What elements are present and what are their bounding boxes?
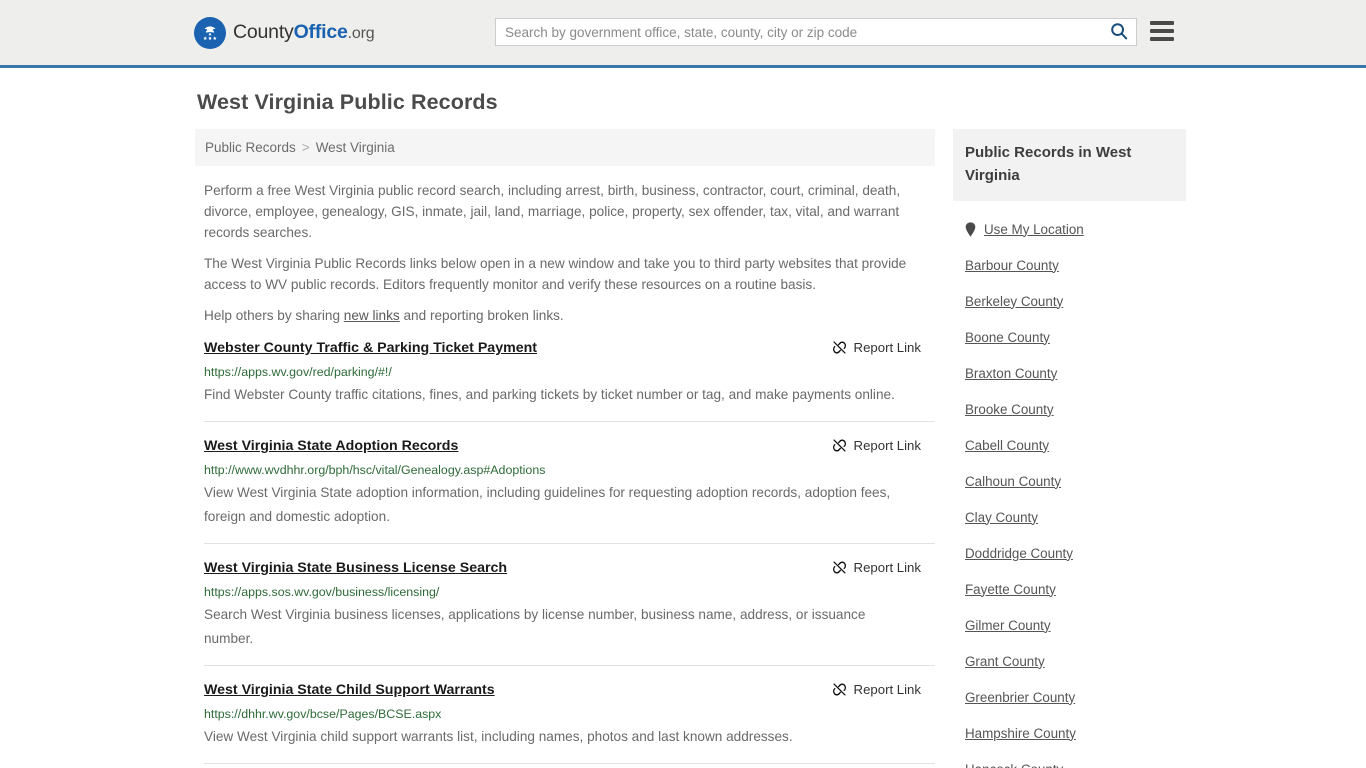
map-pin-icon — [965, 221, 976, 237]
intro-paragraph-2: The West Virginia Public Records links b… — [204, 256, 907, 292]
county-link[interactable]: Brooke County — [965, 402, 1054, 417]
county-link[interactable]: Fayette County — [965, 582, 1056, 597]
county-link[interactable]: Hampshire County — [965, 726, 1076, 741]
sidebar-item-county[interactable]: Hampshire County — [953, 715, 1186, 751]
broken-link-icon — [832, 560, 847, 575]
sidebar-item-county[interactable]: Barbour County — [953, 247, 1186, 283]
result-url[interactable]: https://apps.sos.wv.gov/business/licensi… — [204, 585, 935, 600]
logo-text-org: .org — [347, 25, 375, 42]
hamburger-menu-icon[interactable] — [1150, 21, 1174, 41]
report-link-button[interactable]: Report Link — [832, 340, 921, 355]
result-title-link[interactable]: Webster County Traffic & Parking Ticket … — [204, 339, 537, 357]
main-content: Public Records > West Virginia Perform a… — [195, 129, 935, 768]
sidebar-item-county[interactable]: Doddridge County — [953, 535, 1186, 571]
sidebar-item-county[interactable]: Hancock County — [953, 751, 1186, 768]
result-item: West Virginia State Child Support Warran… — [204, 681, 935, 764]
result-title-link[interactable]: West Virginia State Adoption Records — [204, 437, 458, 455]
broken-link-icon — [832, 682, 847, 697]
help-prefix: Help others by sharing — [204, 308, 344, 323]
page-body: West Virginia Public Records Public Reco… — [0, 68, 1366, 768]
result-header: Webster County Traffic & Parking Ticket … — [204, 339, 935, 357]
county-link[interactable]: Calhoun County — [965, 474, 1061, 489]
county-link[interactable]: Boone County — [965, 330, 1050, 345]
county-link[interactable]: Barbour County — [965, 258, 1059, 273]
help-suffix: and reporting broken links. — [399, 308, 564, 323]
use-my-location-label[interactable]: Use My Location — [984, 222, 1084, 237]
sidebar-item-county[interactable]: Cabell County — [953, 427, 1186, 463]
sidebar-item-county[interactable]: Clay County — [953, 499, 1186, 535]
intro-text: Perform a free West Virginia public reco… — [195, 180, 935, 326]
sidebar: Public Records in West Virginia Use My L… — [953, 129, 1186, 768]
intro-paragraph-3: Help others by sharing new links and rep… — [204, 305, 925, 326]
sidebar-item-county[interactable]: Greenbrier County — [953, 679, 1186, 715]
result-header: West Virginia State Adoption Records Rep… — [204, 437, 935, 455]
result-description: View West Virginia State adoption inform… — [204, 485, 891, 524]
result-description: Find Webster County traffic citations, f… — [204, 387, 895, 402]
intro-paragraph-1: Perform a free West Virginia public reco… — [204, 183, 901, 240]
county-link[interactable]: Clay County — [965, 510, 1038, 525]
result-header: West Virginia State Child Support Warran… — [204, 681, 935, 699]
sidebar-item-county[interactable]: Brooke County — [953, 391, 1186, 427]
breadcrumb: Public Records > West Virginia — [195, 129, 935, 166]
result-description: Search West Virginia business licenses, … — [204, 607, 866, 646]
result-item: Webster County Traffic & Parking Ticket … — [204, 339, 935, 422]
result-item: West Virginia State Adoption Records Rep… — [204, 437, 935, 544]
report-link-label: Report Link — [853, 560, 921, 575]
logo-text-office: Office — [293, 21, 348, 43]
search-input[interactable] — [496, 19, 1102, 45]
sidebar-item-county[interactable]: Berkeley County — [953, 283, 1186, 319]
search-bar[interactable] — [495, 18, 1137, 46]
county-link[interactable]: Doddridge County — [965, 546, 1073, 561]
site-header: CountyOffice.org — [0, 0, 1366, 68]
county-link[interactable]: Greenbrier County — [965, 690, 1075, 705]
sidebar-item-county[interactable]: Boone County — [953, 319, 1186, 355]
broken-link-icon — [832, 438, 847, 453]
result-title-link[interactable]: West Virginia State Child Support Warran… — [204, 681, 495, 699]
results-list: Webster County Traffic & Parking Ticket … — [195, 339, 935, 764]
breadcrumb-separator: > — [301, 140, 310, 155]
result-header: West Virginia State Business License Sea… — [204, 559, 935, 577]
hamburger-bar-3 — [1150, 37, 1174, 41]
county-link[interactable]: Berkeley County — [965, 294, 1063, 309]
content-columns: Public Records > West Virginia Perform a… — [0, 129, 1366, 768]
county-link[interactable]: Grant County — [965, 654, 1045, 669]
hamburger-bar-2 — [1150, 29, 1174, 33]
result-item: West Virginia State Business License Sea… — [204, 559, 935, 666]
site-logo[interactable]: CountyOffice.org — [194, 16, 375, 49]
logo-text-county: County — [233, 21, 294, 43]
sidebar-item-county[interactable]: Braxton County — [953, 355, 1186, 391]
result-url[interactable]: https://dhhr.wv.gov/bcse/Pages/BCSE.aspx — [204, 707, 935, 722]
county-link[interactable]: Hancock County — [965, 762, 1063, 768]
county-link[interactable]: Braxton County — [965, 366, 1057, 381]
broken-link-icon — [832, 340, 847, 355]
result-url[interactable]: https://apps.wv.gov/red/parking/#!/ — [204, 365, 935, 380]
sidebar-item-use-my-location[interactable]: Use My Location — [953, 211, 1186, 247]
sidebar-item-county[interactable]: Gilmer County — [953, 607, 1186, 643]
sidebar-heading: Public Records in West Virginia — [953, 129, 1186, 201]
sidebar-county-list: Use My Location Barbour County Berkeley Co… — [953, 211, 1186, 768]
county-link[interactable]: Gilmer County — [965, 618, 1051, 633]
search-icon — [1110, 22, 1128, 43]
county-link[interactable]: Cabell County — [965, 438, 1049, 453]
sidebar-item-county[interactable]: Fayette County — [953, 571, 1186, 607]
hamburger-bar-1 — [1150, 21, 1174, 25]
report-link-label: Report Link — [853, 340, 921, 355]
report-link-button[interactable]: Report Link — [832, 560, 921, 575]
report-link-label: Report Link — [853, 438, 921, 453]
sidebar-item-county[interactable]: Calhoun County — [953, 463, 1186, 499]
report-link-button[interactable]: Report Link — [832, 682, 921, 697]
breadcrumb-current: West Virginia — [315, 140, 395, 155]
report-link-button[interactable]: Report Link — [832, 438, 921, 453]
logo-wordmark: CountyOffice.org — [233, 21, 375, 44]
result-url[interactable]: http://www.wvdhhr.org/bph/hsc/vital/Gene… — [204, 463, 935, 478]
new-links-link[interactable]: new links — [344, 308, 400, 323]
result-title-link[interactable]: West Virginia State Business License Sea… — [204, 559, 507, 577]
breadcrumb-link-public-records[interactable]: Public Records — [205, 140, 296, 155]
report-link-label: Report Link — [853, 682, 921, 697]
sidebar-item-county[interactable]: Grant County — [953, 643, 1186, 679]
result-description: View West Virginia child support warrant… — [204, 729, 793, 744]
eagle-seal-icon — [194, 16, 226, 49]
page-title: West Virginia Public Records — [197, 90, 498, 114]
search-button[interactable] — [1102, 19, 1136, 45]
